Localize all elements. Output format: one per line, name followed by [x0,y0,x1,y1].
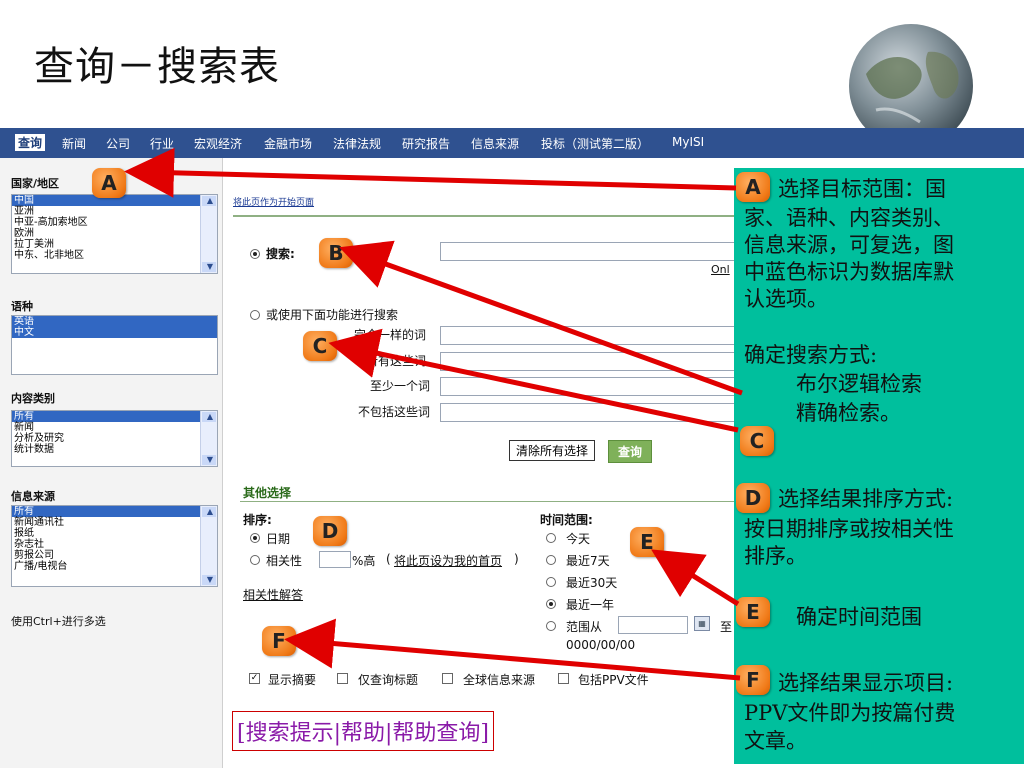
arrow-f [284,618,741,681]
annotation-arrows [124,147,743,681]
arrow-a [124,147,737,198]
arrow-c [328,328,739,433]
arrow-b [339,240,743,396]
arrow-e [651,549,740,607]
